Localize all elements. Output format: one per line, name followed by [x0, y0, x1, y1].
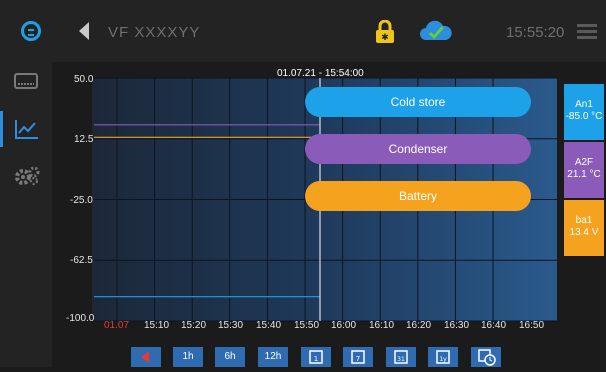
- x-tick: 16:00: [331, 320, 357, 331]
- range-custom-button[interactable]: [471, 347, 501, 367]
- tag-value: 21.1 °C: [567, 169, 601, 180]
- value-panel: An1 -85.0 °C A2F 21.1 °C ba1 13.4 V: [561, 62, 606, 367]
- tag-ba1[interactable]: ba1 13.4 V: [564, 200, 604, 256]
- calendar-31-icon: 31: [394, 350, 408, 364]
- top-bar: VF XXXXYY ✱ 15:55:20: [0, 0, 606, 62]
- x-tick: 16:50: [519, 320, 545, 331]
- sidebar: [0, 62, 52, 367]
- calendar-1y-icon: 1y: [436, 350, 450, 364]
- range-6h-button[interactable]: 6h: [215, 347, 245, 367]
- clock: 15:55:20: [506, 24, 565, 41]
- x-tick: 15:20: [181, 320, 207, 331]
- x-tick: 16:30: [444, 320, 470, 331]
- gears-icon: [15, 166, 40, 185]
- cursor-time-label: 01.07.21 - 15:54:00: [277, 68, 364, 79]
- sidebar-item-settings[interactable]: [0, 158, 52, 194]
- line-chart-icon: [15, 120, 38, 139]
- logo-icon[interactable]: [21, 21, 41, 41]
- svg-text:7: 7: [356, 355, 360, 363]
- range-week-button[interactable]: 7: [343, 347, 373, 367]
- lock-icon[interactable]: ✱: [374, 20, 396, 44]
- svg-text:1y: 1y: [439, 356, 447, 363]
- device-title: VF XXXXYY: [108, 24, 201, 41]
- y-tick: -25.0: [70, 195, 93, 206]
- x-date-label: 01.07: [104, 320, 130, 331]
- tag-an1[interactable]: An1 -85.0 °C: [564, 84, 604, 140]
- x-tick: 16:40: [481, 320, 507, 331]
- x-tick: 15:50: [294, 320, 320, 331]
- back-red-icon: [141, 351, 149, 363]
- svg-text:31: 31: [397, 356, 405, 363]
- tag-value: 13.4 V: [569, 227, 599, 238]
- tag-label: ba1: [575, 215, 593, 226]
- y-tick: 50.0: [74, 74, 94, 85]
- legend-condenser[interactable]: Condenser: [305, 134, 531, 164]
- tag-value: -85.0 °C: [565, 111, 603, 122]
- tag-label: An1: [575, 99, 593, 110]
- x-tick: 16:20: [406, 320, 432, 331]
- range-day-button[interactable]: 1: [301, 347, 331, 367]
- x-tick: 16:10: [369, 320, 395, 331]
- x-tick: 15:30: [218, 320, 244, 331]
- back-button[interactable]: [131, 347, 161, 367]
- display-icon: [14, 73, 38, 89]
- y-tick: -62.5: [70, 255, 93, 266]
- range-1h-button[interactable]: 1h: [173, 347, 203, 367]
- range-month-button[interactable]: 31: [386, 347, 416, 367]
- cloud-check-icon[interactable]: [418, 20, 454, 44]
- range-12h-button[interactable]: 12h: [258, 347, 288, 367]
- svg-text:✱: ✱: [381, 33, 389, 43]
- tag-a2f[interactable]: A2F 21.1 °C: [564, 142, 604, 198]
- tag-label: A2F: [574, 157, 594, 168]
- legend-cold-store[interactable]: Cold store: [305, 87, 531, 117]
- legend-battery[interactable]: Battery: [305, 181, 531, 211]
- sidebar-item-chart[interactable]: [0, 111, 52, 147]
- y-tick: -100.0: [66, 313, 95, 324]
- y-tick: 12.5: [74, 134, 94, 145]
- calendar-7-icon: 7: [351, 350, 365, 364]
- calendar-clock-icon: [478, 349, 496, 366]
- range-year-button[interactable]: 1y: [428, 347, 458, 367]
- x-tick: 15:10: [144, 320, 170, 331]
- x-tick: 15:40: [256, 320, 282, 331]
- menu-icon[interactable]: [577, 24, 597, 40]
- svg-text:1: 1: [314, 355, 318, 363]
- back-arrow-icon[interactable]: [79, 22, 89, 40]
- calendar-1-icon: 1: [309, 350, 323, 364]
- sidebar-item-display[interactable]: [0, 64, 52, 100]
